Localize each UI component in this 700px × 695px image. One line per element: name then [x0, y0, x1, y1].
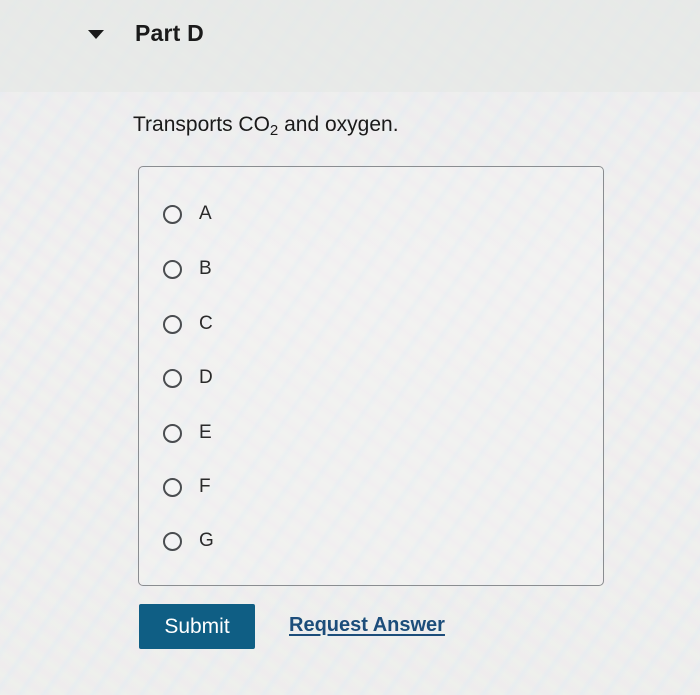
option-e[interactable]: E — [163, 418, 212, 448]
radio-button[interactable] — [163, 259, 182, 279]
option-label: E — [199, 422, 212, 443]
radio-button[interactable] — [163, 531, 182, 551]
part-header — [0, 0, 700, 92]
option-label: D — [199, 367, 213, 388]
caret-down-icon — [88, 30, 104, 39]
option-label: A — [199, 203, 212, 224]
option-c[interactable]: C — [163, 309, 213, 339]
radio-button[interactable] — [163, 204, 182, 224]
radio-button[interactable] — [163, 314, 182, 334]
option-d[interactable]: D — [163, 363, 213, 393]
option-label: G — [199, 530, 214, 551]
question-subscript: 2 — [269, 122, 279, 139]
submit-button[interactable]: Submit — [139, 604, 255, 649]
option-label: B — [199, 258, 212, 279]
option-label: C — [199, 313, 213, 334]
option-g[interactable]: G — [163, 526, 214, 556]
collapse-toggle[interactable] — [82, 22, 110, 46]
radio-button[interactable] — [163, 423, 182, 443]
option-f[interactable]: F — [163, 472, 211, 502]
question-prompt: Transports CO2 and oxygen. — [133, 113, 399, 139]
option-a[interactable]: A — [163, 199, 212, 229]
question-text-end: and oxygen. — [278, 113, 399, 136]
option-b[interactable]: B — [163, 254, 212, 284]
option-label: F — [199, 476, 211, 497]
answer-options: A B C D E F G — [138, 166, 604, 586]
radio-button[interactable] — [163, 477, 182, 497]
radio-button[interactable] — [163, 368, 182, 388]
part-title: Part D — [135, 20, 204, 46]
question-text: Transports CO — [133, 113, 270, 136]
request-answer-link[interactable]: Request Answer — [289, 614, 445, 637]
